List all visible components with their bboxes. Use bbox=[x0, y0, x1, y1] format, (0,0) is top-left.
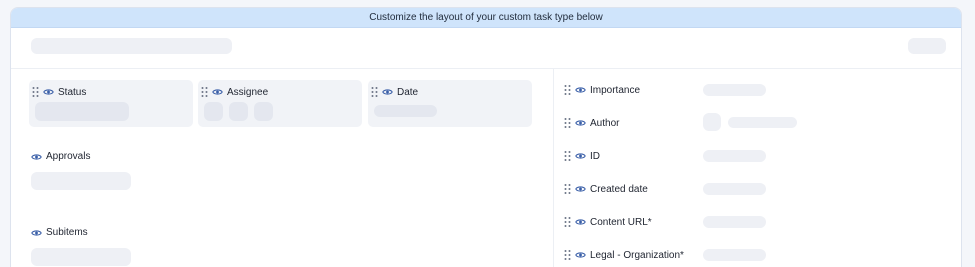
date-placeholder bbox=[374, 105, 437, 117]
field-legal-organization[interactable]: Legal - Organization* bbox=[564, 249, 684, 261]
field-label-created-date: Created date bbox=[590, 183, 648, 195]
field-importance[interactable]: Importance bbox=[564, 84, 640, 96]
field-created-date[interactable]: Created date bbox=[564, 183, 648, 195]
status-placeholder bbox=[35, 102, 129, 121]
header-bar bbox=[11, 28, 961, 69]
card-date[interactable]: Date bbox=[368, 80, 532, 127]
avatar-placeholder bbox=[204, 102, 223, 121]
action-placeholder bbox=[908, 38, 946, 54]
eye-icon[interactable] bbox=[575, 152, 586, 160]
field-label-id: ID bbox=[590, 150, 600, 162]
avatar-placeholder bbox=[254, 102, 273, 121]
card-assignee[interactable]: Assignee bbox=[198, 80, 362, 127]
card-label-date: Date bbox=[397, 86, 419, 98]
eye-icon[interactable] bbox=[31, 153, 42, 161]
eye-icon[interactable] bbox=[31, 229, 42, 237]
field-approvals[interactable]: Approvals bbox=[31, 151, 90, 162]
field-label-subitems: Subitems bbox=[46, 227, 88, 238]
field-label-legal-organization: Legal - Organization* bbox=[590, 249, 684, 261]
eye-icon[interactable] bbox=[575, 218, 586, 226]
card-label-status: Status bbox=[58, 86, 87, 98]
field-label-approvals: Approvals bbox=[46, 151, 91, 162]
field-author[interactable]: Author bbox=[564, 117, 619, 129]
eye-icon[interactable] bbox=[575, 185, 586, 193]
drag-handle-icon[interactable] bbox=[564, 150, 571, 162]
author-avatar-placeholder bbox=[703, 113, 721, 131]
drag-handle-icon[interactable] bbox=[564, 216, 571, 228]
drag-handle-icon[interactable] bbox=[371, 86, 378, 98]
field-label-author: Author bbox=[590, 117, 620, 129]
drag-handle-icon[interactable] bbox=[201, 86, 208, 98]
author-name-placeholder bbox=[728, 117, 797, 128]
id-placeholder bbox=[703, 150, 766, 162]
drag-handle-icon[interactable] bbox=[564, 84, 571, 96]
field-content-url[interactable]: Content URL* bbox=[564, 216, 652, 228]
drag-handle-icon[interactable] bbox=[564, 249, 571, 261]
created-date-placeholder bbox=[703, 183, 766, 195]
drag-handle-icon[interactable] bbox=[564, 183, 571, 195]
content-url-placeholder bbox=[703, 216, 766, 228]
subitems-placeholder bbox=[31, 248, 131, 266]
importance-placeholder bbox=[703, 84, 766, 96]
card-status[interactable]: Status bbox=[29, 80, 193, 127]
legal-organization-placeholder bbox=[703, 249, 766, 261]
eye-icon[interactable] bbox=[212, 88, 223, 96]
drag-handle-icon[interactable] bbox=[32, 86, 39, 98]
eye-icon[interactable] bbox=[575, 251, 586, 259]
eye-icon[interactable] bbox=[575, 86, 586, 94]
banner-text: Customize the layout of your custom task… bbox=[369, 12, 603, 23]
card-label-assignee: Assignee bbox=[227, 86, 269, 98]
title-placeholder bbox=[31, 38, 232, 54]
field-label-content-url: Content URL* bbox=[590, 216, 652, 228]
info-banner: Customize the layout of your custom task… bbox=[11, 8, 961, 28]
layout-editor: Customize the layout of your custom task… bbox=[10, 7, 962, 267]
eye-icon[interactable] bbox=[382, 88, 393, 96]
column-divider bbox=[553, 68, 554, 267]
eye-icon[interactable] bbox=[575, 119, 586, 127]
field-label-importance: Importance bbox=[590, 84, 641, 96]
eye-icon[interactable] bbox=[43, 88, 54, 96]
drag-handle-icon[interactable] bbox=[564, 117, 571, 129]
avatar-placeholder bbox=[229, 102, 248, 121]
field-id[interactable]: ID bbox=[564, 150, 600, 162]
field-subitems[interactable]: Subitems bbox=[31, 227, 88, 238]
approvals-placeholder bbox=[31, 172, 131, 190]
